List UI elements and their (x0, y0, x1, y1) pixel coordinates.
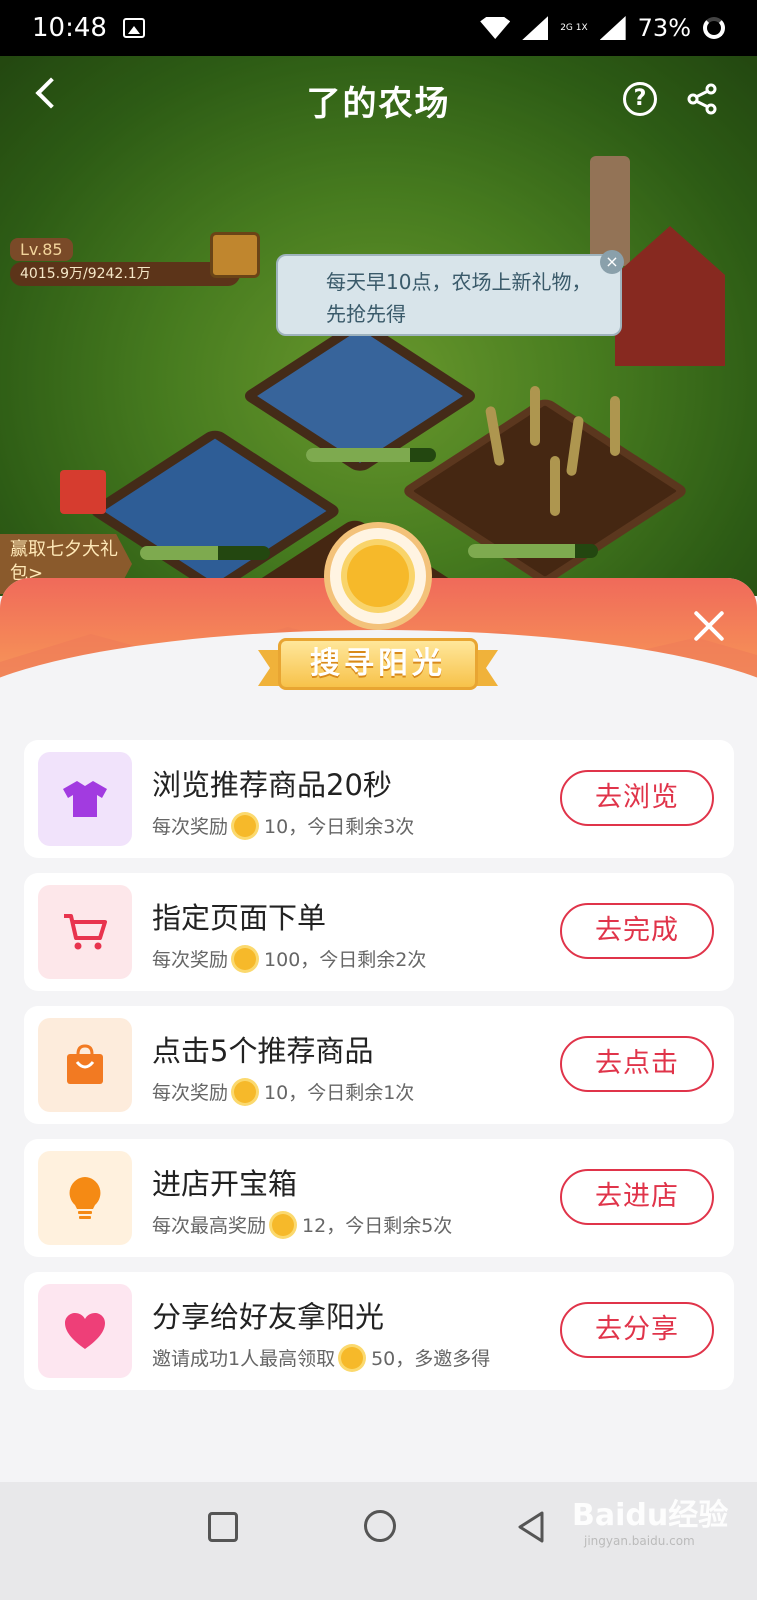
share-button[interactable]: 去分享 (560, 1302, 714, 1358)
task-name: 分享给好友拿阳光 (152, 1300, 385, 1334)
task-name: 浏览推荐商品20秒 (152, 768, 392, 802)
shopping-bag-icon (67, 1044, 103, 1084)
task-icon-box (38, 1284, 132, 1378)
gallery-icon (122, 18, 145, 38)
signal-icon (522, 16, 549, 40)
share-icon[interactable] (685, 82, 719, 116)
nav-header: 了的农场 ? (0, 56, 757, 144)
watermark-sub: jingyan.baidu.com (584, 1534, 695, 1548)
system-nav-bar: Baidu经验 jingyan.baidu.com (0, 1482, 757, 1600)
status-icons: 2G 1X 73% (480, 14, 725, 42)
watermark-text: Baidu经验 (572, 1498, 729, 1533)
task-name: 指定页面下单 (152, 901, 327, 935)
sun-icon (347, 545, 409, 607)
tip-bubble: 每天早10点，农场上新礼物，先抢先得 × (276, 250, 624, 336)
tip-text: 每天早10点，农场上新礼物，先抢先得 (326, 270, 592, 326)
status-bar: 10:48 2G 1X 73% (0, 0, 757, 56)
task-reward: 每次奖励 10，今日剩余3次 (152, 814, 415, 838)
back-arrow-icon[interactable] (35, 77, 67, 109)
sheet-title-ribbon: 搜寻阳光 (258, 632, 498, 694)
level-panel[interactable]: Lv.85 4015.9万/9242.1万 (10, 238, 240, 290)
task-item-shop: 进店开宝箱 每次最高奖励 12，今日剩余5次 去进店 (24, 1139, 734, 1257)
sun-coin-icon (341, 1346, 364, 1369)
task-icon-box (38, 1151, 132, 1245)
lightbulb-icon (69, 1177, 101, 1219)
level-label: Lv.85 (10, 238, 73, 261)
complete-button[interactable]: 去完成 (560, 903, 714, 959)
signal-icon-2 (599, 16, 626, 40)
enter-shop-button[interactable]: 去进店 (560, 1169, 714, 1225)
status-time: 10:48 (32, 13, 107, 43)
task-icon-box (38, 1018, 132, 1112)
task-reward: 每次奖励 10，今日剩余1次 (152, 1080, 415, 1104)
baidu-watermark: Baidu经验 jingyan.baidu.com (572, 1490, 752, 1550)
battery-percent: 73% (637, 14, 691, 42)
task-icon-box (38, 885, 132, 979)
battery-icon (703, 17, 725, 39)
sun-badge (324, 522, 432, 630)
task-name: 点击5个推荐商品 (152, 1034, 374, 1068)
task-reward: 每次最高奖励 12，今日剩余5次 (152, 1213, 453, 1237)
task-reward: 邀请成功1人最高领取 50，多邀多得 (152, 1346, 491, 1370)
sun-coin-icon (234, 1080, 257, 1103)
network-type: 2G 1X (560, 23, 588, 33)
task-list: 浏览推荐商品20秒 每次奖励 10，今日剩余3次 去浏览 指定页面下单 每次奖励 1… (24, 740, 734, 1405)
sheet-title: 搜寻阳光 (278, 638, 478, 690)
close-icon[interactable] (691, 608, 727, 644)
experience-bar: 4015.9万/9242.1万 (10, 262, 240, 286)
sun-coin-icon (272, 1213, 295, 1236)
recent-apps-icon[interactable] (208, 1512, 238, 1542)
gift-box-icon[interactable] (60, 470, 106, 514)
browse-button[interactable]: 去浏览 (560, 770, 714, 826)
back-triangle-icon[interactable] (516, 1510, 546, 1544)
help-icon[interactable]: ? (623, 82, 657, 116)
tshirt-icon (63, 781, 107, 817)
treasure-chest-icon[interactable] (210, 232, 260, 278)
task-item-share: 分享给好友拿阳光 邀请成功1人最高领取 50，多邀多得 去分享 (24, 1272, 734, 1390)
home-icon[interactable] (364, 1510, 396, 1542)
close-tip-icon[interactable]: × (600, 250, 624, 274)
task-item-browse: 浏览推荐商品20秒 每次奖励 10，今日剩余3次 去浏览 (24, 740, 734, 858)
task-item-click: 点击5个推荐商品 每次奖励 10，今日剩余1次 去点击 (24, 1006, 734, 1124)
task-icon-box (38, 752, 132, 846)
sun-coin-icon (234, 947, 257, 970)
sun-coin-icon (234, 814, 257, 837)
click-button[interactable]: 去点击 (560, 1036, 714, 1092)
heart-icon (65, 1313, 105, 1349)
page-title: 了的农场 (306, 83, 451, 124)
wifi-icon (480, 17, 511, 39)
task-name: 进店开宝箱 (152, 1167, 298, 1201)
task-reward: 每次奖励 100，今日剩余2次 (152, 947, 427, 971)
task-item-order: 指定页面下单 每次奖励 100，今日剩余2次 去完成 (24, 873, 734, 991)
cart-icon (64, 914, 107, 950)
